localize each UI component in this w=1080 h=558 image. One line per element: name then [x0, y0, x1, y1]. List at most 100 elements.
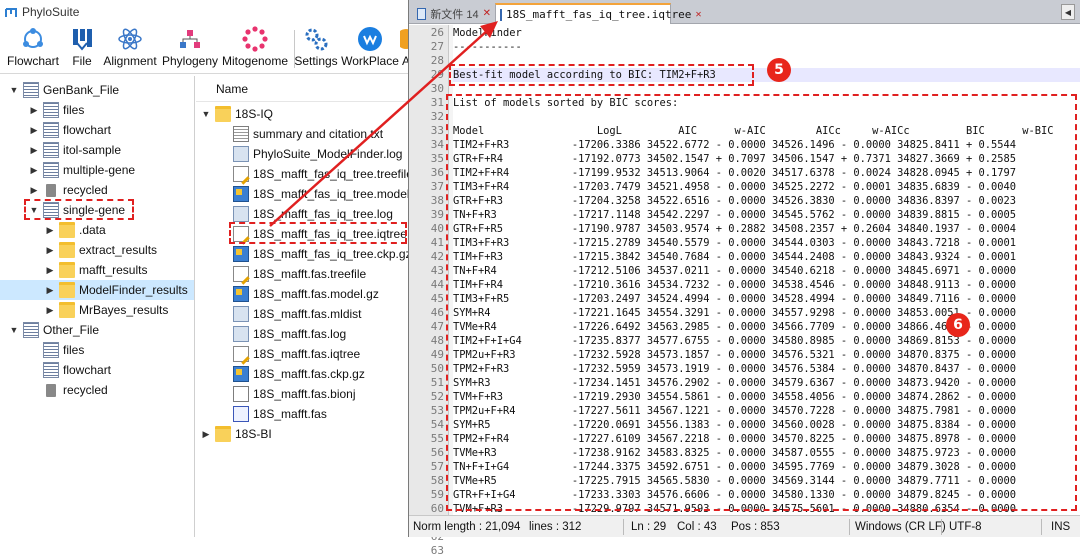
tree-item-label: mafft_results	[79, 263, 148, 277]
settings-button[interactable]: Settings	[294, 26, 338, 72]
file-item-summary-and-citation-txt[interactable]: summary and citation.txt	[196, 124, 383, 144]
tree-item-genbank-file[interactable]: ▼ GenBank_File	[0, 80, 119, 100]
file-item-18s-mafft-fas[interactable]: 18S_mafft.fas	[196, 404, 327, 424]
archive-icon	[233, 286, 249, 302]
model-table-row: TPM2u+F+R3 -17232.5928 34573.1857 - 0.00…	[453, 349, 1017, 361]
flowchart-button[interactable]: Flowchart	[6, 26, 60, 72]
document-icon	[233, 386, 249, 402]
collapsed-arrow-icon[interactable]: ▶	[28, 105, 40, 116]
model-table-row: TVMe+R4 -17226.6492 34563.2985 - 0.0000 …	[453, 321, 1017, 333]
file-item-label: summary and citation.txt	[253, 127, 384, 141]
model-table-row: TIM3+F+R5 -17203.2497 34524.4994 - 0.000…	[453, 293, 1017, 305]
tree-item-multiple-gene[interactable]: ▶ multiple-gene	[0, 160, 135, 180]
file-item-18s-mafft-fas-ckp-gz[interactable]: 18S_mafft.fas.ckp.gz	[196, 364, 365, 384]
file-button[interactable]: File	[66, 26, 98, 72]
expanded-arrow-icon[interactable]: ▼	[200, 109, 212, 119]
close-tab-icon[interactable]: ✕	[483, 8, 491, 19]
collapsed-arrow-icon[interactable]: ▶	[44, 245, 56, 256]
table-icon	[43, 362, 59, 378]
file-item-18s-bi[interactable]: ▶ 18S-BI	[196, 424, 272, 444]
archive-icon	[233, 186, 249, 202]
expanded-arrow-icon[interactable]: ▼	[8, 325, 20, 335]
line-number: 37	[430, 180, 444, 193]
tree-item-recycled[interactable]: recycled	[0, 380, 108, 400]
collapsed-arrow-icon[interactable]: ▶	[44, 305, 56, 316]
collapsed-arrow-icon[interactable]: ▶	[28, 125, 40, 136]
file-item-phylosuite-modelfinder-log[interactable]: PhyloSuite_ModelFinder.log	[196, 144, 402, 164]
model-table-row: TIM+F+R3 -17215.3842 34540.7684 - 0.0000…	[453, 251, 1017, 263]
editor-text-area[interactable]: ModelFinder ----------- Best-fit model acc…	[453, 25, 1080, 515]
collapsed-arrow-icon[interactable]: ▶	[44, 285, 56, 296]
table-icon	[43, 162, 59, 178]
status-insert-mode: INS	[1051, 521, 1071, 533]
tree-item-flowchart[interactable]: flowchart	[0, 360, 111, 380]
collapsed-arrow-icon[interactable]: ▶	[44, 225, 56, 236]
name-column-header[interactable]: Name	[196, 76, 411, 102]
tree-item-label: files	[63, 343, 85, 357]
tree-item-extract-results[interactable]: ▶ extract_results	[0, 240, 157, 260]
collapsed-arrow-icon[interactable]: ▶	[28, 185, 40, 196]
line-number: 42	[430, 250, 444, 263]
collapsed-arrow-icon[interactable]: ▶	[28, 165, 40, 176]
tab-iqtree-file[interactable]: 18S_mafft_fas_iq_tree.iqtree ✕	[495, 3, 701, 24]
tab-label: 18S_mafft_fas_iq_tree.iqtree	[506, 8, 692, 21]
mitogenome-button[interactable]: Mitogenome	[220, 26, 290, 72]
expanded-arrow-icon[interactable]: ▼	[28, 205, 40, 215]
tree-item-recycled[interactable]: ▶ recycled	[0, 180, 108, 200]
file-item-18s-mafft-fas-log[interactable]: 18S_mafft.fas.log	[196, 324, 346, 344]
settings-icon	[303, 26, 329, 52]
line-number: 32	[430, 110, 444, 123]
tree-item-data[interactable]: ▶ .data	[0, 220, 106, 240]
file-item-18s-mafft-fas-iq-tree-log[interactable]: 18S_mafft_fas_iq_tree.log	[196, 204, 393, 224]
tree-item-mafft-results[interactable]: ▶ mafft_results	[0, 260, 147, 280]
file-item-18s-mafft-fas-treefile[interactable]: 18S_mafft.fas.treefile	[196, 264, 366, 284]
tree-item-flowchart[interactable]: ▶ flowchart	[0, 120, 111, 140]
tab-scroll-left-icon[interactable]: ◀	[1061, 4, 1075, 20]
mitogenome-label: Mitogenome	[221, 54, 289, 68]
expanded-arrow-icon[interactable]: ▼	[8, 85, 20, 95]
tree-item-other-file[interactable]: ▼ Other_File	[0, 320, 99, 340]
folder-icon	[59, 282, 75, 298]
file-item-label: 18S_mafft.fas.log	[253, 327, 347, 341]
file-item-18s-mafft-fas-model-gz[interactable]: 18S_mafft.fas.model.gz	[196, 284, 379, 304]
file-item-18s-mafft-fas-iq-tree-treefile[interactable]: 18S_mafft_fas_iq_tree.treefile	[196, 164, 411, 184]
model-table-row: GTR+F+R3 -17204.3258 34522.6516 - 0.0000…	[453, 195, 1017, 207]
table-icon	[43, 122, 59, 138]
file-item-18s-mafft-fas-mldist[interactable]: 18S_mafft.fas.mldist	[196, 304, 362, 324]
file-item-label: 18S_mafft_fas_iq_tree.iqtree	[253, 227, 407, 241]
line-number: 53	[430, 404, 444, 417]
title-bar: PhyloSuite	[0, 0, 411, 24]
tree-item-mrbayes-results[interactable]: ▶ MrBayes_results	[0, 300, 168, 320]
phylogeny-icon	[177, 26, 203, 52]
alignment-button[interactable]: Alignment	[102, 26, 158, 72]
tree-item-itol-sample[interactable]: ▶ itol-sample	[0, 140, 121, 160]
alignment-icon	[117, 26, 143, 52]
model-table-row: TIM2+F+R3 -17206.3386 34522.6772 - 0.000…	[453, 139, 1017, 151]
log-file-icon	[233, 206, 249, 222]
file-item-18s-mafft-fas-iq-tree-iqtree[interactable]: 18S_mafft_fas_iq_tree.iqtree	[196, 224, 407, 244]
sequence-file-icon	[233, 406, 249, 422]
file-item-18s-mafft-fas-iq-tree-model-gz[interactable]: 18S_mafft_fas_iq_tree.model.gz	[196, 184, 411, 204]
collapsed-arrow-icon[interactable]: ▶	[28, 145, 40, 156]
line-number: 38	[430, 194, 444, 207]
tree-item-single-gene[interactable]: ▼ single-gene	[0, 200, 125, 220]
collapsed-arrow-icon[interactable]: ▶	[200, 429, 212, 440]
file-item-18s-mafft-fas-bionj[interactable]: 18S_mafft.fas.bionj	[196, 384, 356, 404]
tree-item-files[interactable]: ▶ files	[0, 100, 84, 120]
model-table-row: TIM2+F+I+G4 -17235.8377 34577.6755 - 0.0…	[453, 335, 1017, 347]
file-item-18s-mafft-fas-iqtree[interactable]: 18S_mafft.fas.iqtree	[196, 344, 360, 364]
file-item-18s-iq[interactable]: ▼ 18S-IQ	[196, 104, 273, 124]
close-tab-icon[interactable]: ✕	[695, 9, 701, 20]
file-item-18s-mafft-fas-iq-tree-ckp-gz[interactable]: 18S_mafft_fas_iq_tree.ckp.gz	[196, 244, 411, 264]
tree-item-label: flowchart	[63, 363, 112, 377]
workplace-button[interactable]: WorkPlace	[341, 26, 399, 72]
line-number: 28	[430, 54, 444, 67]
collapsed-arrow-icon[interactable]: ▶	[44, 265, 56, 276]
tree-item-modelfinder-results[interactable]: ▶ ModelFinder_results	[0, 280, 194, 300]
status-divider	[623, 519, 624, 535]
phylogeny-button[interactable]: Phylogeny	[162, 26, 218, 72]
tree-item-files[interactable]: files	[0, 340, 84, 360]
text-file-icon	[233, 126, 249, 142]
model-table-row: TVMe+R3 -17238.9162 34583.8325 - 0.0000 …	[453, 447, 1017, 459]
tab-new-file[interactable]: 新文件 14 ✕	[413, 3, 495, 24]
